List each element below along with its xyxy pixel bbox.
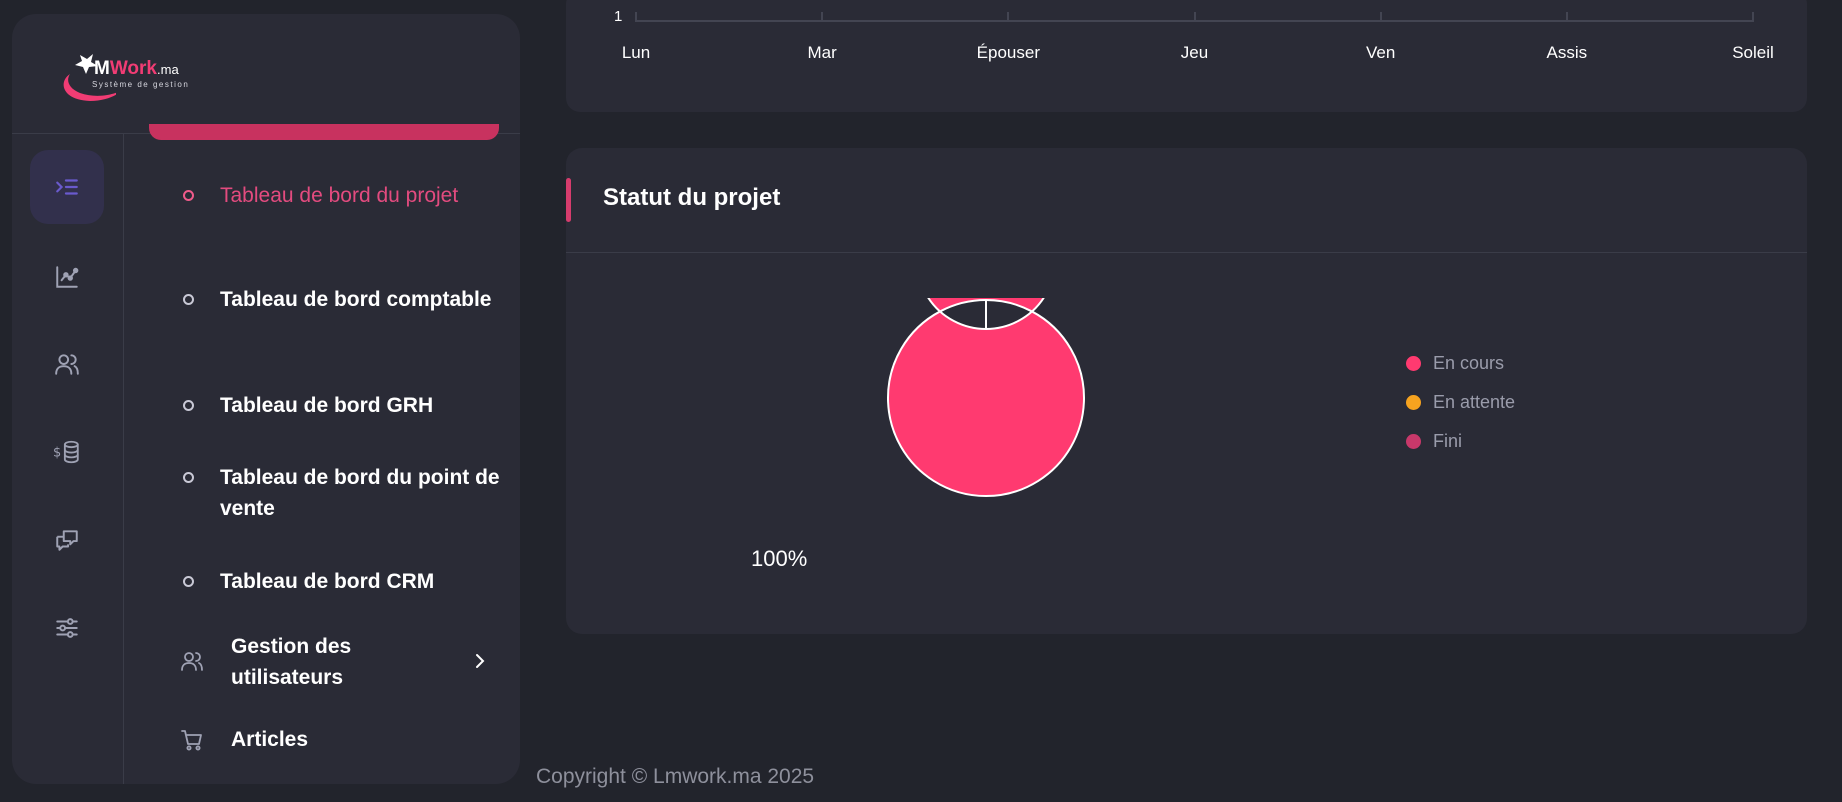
card-title: Statut du projet: [603, 184, 781, 211]
sidebar: MWork.ma Système de gestion $ Tableau de…: [12, 14, 520, 784]
legend-item[interactable]: Fini: [1406, 422, 1515, 461]
x-tick-mark: [1752, 12, 1754, 22]
bullet-icon: [183, 472, 194, 483]
dollar-coins-icon: $: [53, 440, 79, 464]
menu-group-articles[interactable]: Articles: [124, 712, 520, 782]
dashboard-submenu: Tableau de bord du projet Tableau de bor…: [124, 124, 520, 784]
bullet-icon: [183, 400, 194, 411]
project-status-card: Statut du projet 100% En cours En attent…: [566, 148, 1807, 634]
card-accent-bar: [566, 178, 571, 222]
bullet-icon: [183, 294, 194, 305]
menu-group-label: Gestion des utilisateurs: [231, 635, 352, 689]
card-divider: [566, 252, 1807, 253]
legend-item[interactable]: En attente: [1406, 383, 1515, 422]
rail-item-messages[interactable]: [30, 503, 104, 577]
rail-item-dashboards[interactable]: [30, 150, 104, 224]
x-tick-label: Soleil: [1732, 43, 1774, 62]
footer-copyright: Copyright © Lmwork.ma 2025: [536, 765, 815, 788]
x-tick-label: Ven: [1366, 43, 1396, 62]
cart-icon: [181, 730, 202, 751]
x-tick-label: Jeu: [1180, 43, 1209, 62]
legend-swatch: [1406, 356, 1421, 371]
x-tick-label: Mar: [807, 43, 837, 62]
users-icon: [55, 354, 79, 375]
rail-item-finance[interactable]: $: [30, 415, 104, 489]
x-tick-mark: [1565, 12, 1568, 22]
rail-item-settings[interactable]: [30, 591, 104, 665]
sliders-icon: [56, 618, 78, 638]
submenu-item-label: Tableau de bord comptable: [220, 288, 492, 311]
menu-group-label: Articles: [231, 728, 309, 751]
x-tick-mark: [1379, 12, 1382, 22]
users-icon: [181, 652, 203, 671]
chevron-right-icon[interactable]: [470, 651, 490, 671]
users-icon-box: [166, 635, 218, 687]
chat-bubbles-icon: [56, 530, 78, 551]
x-tick-label: Lun: [621, 43, 651, 62]
submenu-item-label: Tableau de bord CRM: [220, 570, 435, 593]
legend-item[interactable]: En cours: [1406, 344, 1515, 383]
donut-data-label: 100%: [751, 546, 808, 571]
x-tick-label: Épouser: [976, 43, 1040, 62]
svg-text:$: $: [53, 445, 61, 460]
submenu-item-label: Tableau de bord GRH: [220, 394, 434, 417]
brand-name: MWork.ma: [94, 58, 179, 79]
bullet-icon: [183, 576, 194, 587]
chart-line-icon: [56, 266, 79, 288]
rail-item-users[interactable]: [30, 327, 104, 401]
rail-item-analytics[interactable]: [30, 240, 104, 314]
brand-logo[interactable]: MWork.ma Système de gestion: [12, 14, 520, 134]
legend-label: En cours: [1433, 353, 1505, 373]
brand-tagline: Système de gestion: [92, 80, 190, 89]
icon-rail: $: [12, 134, 124, 784]
bullet-icon: [183, 190, 194, 201]
submenu-item-label: Tableau de bord du projet: [220, 184, 459, 207]
submenu-item-label: Tableau de bord du point de vente: [220, 466, 500, 520]
legend-label: En attente: [1433, 392, 1516, 412]
project-status-donut[interactable]: [886, 298, 1086, 498]
chart-legend: En cours En attente Fini: [1406, 344, 1515, 461]
x-tick-mark: [1007, 12, 1010, 22]
menu-group-user-management[interactable]: Gestion des utilisateurs: [124, 626, 520, 696]
y-tick-label: 1: [614, 8, 623, 25]
active-menu-highlight: [149, 124, 499, 140]
legend-label: Fini: [1433, 431, 1463, 451]
x-tick-label: Assis: [1546, 43, 1588, 62]
cart-icon-box: [166, 714, 218, 766]
indent-list-icon: [56, 179, 78, 195]
weekly-chart-card: 1 Lun Mar Épouser Jeu Ven Assis Soleil: [566, 0, 1807, 112]
legend-swatch: [1406, 434, 1421, 449]
x-tick-mark: [1193, 12, 1196, 22]
x-tick-mark: [635, 12, 637, 22]
legend-swatch: [1406, 395, 1421, 410]
x-tick-mark: [821, 12, 824, 22]
